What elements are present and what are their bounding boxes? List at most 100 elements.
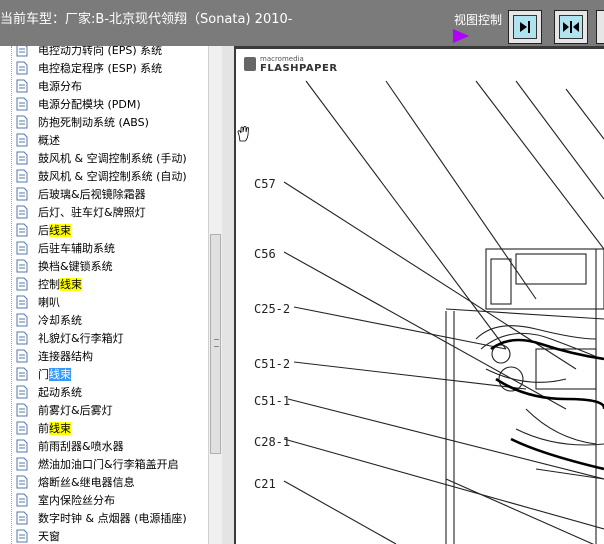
document-icon (16, 169, 28, 183)
pane-splitter[interactable] (222, 46, 234, 544)
tree-connector-line (11, 46, 12, 544)
document-icon (16, 133, 28, 147)
sidebar-item[interactable]: 门线束 (0, 365, 206, 383)
sidebar-item[interactable]: 熔断丝&继电器信息 (0, 473, 206, 491)
document-icon (16, 493, 28, 507)
sidebar-item-label: 前雾灯&后雾灯 (38, 404, 113, 417)
document-icon (16, 439, 28, 453)
sidebar-item-label: 后灯、驻车灯&牌照灯 (38, 206, 146, 219)
hand-cursor-icon (237, 126, 249, 142)
sidebar-item[interactable]: 鼓风机 & 空调控制系统 (手动) (0, 149, 206, 167)
sidebar-item[interactable]: 室内保险丝分布 (0, 491, 206, 509)
view-split-button[interactable] (554, 10, 588, 44)
sidebar-item[interactable]: 控制线束 (0, 275, 206, 293)
connector-label: C56 (254, 247, 276, 261)
sidebar-item-label: 连接器结构 (38, 350, 93, 363)
connector-label: C51-1 (254, 394, 291, 408)
sidebar-item[interactable]: 前雨刮器&喷水器 (0, 437, 206, 455)
sidebar-item[interactable]: 礼貌灯&行李箱灯 (0, 329, 206, 347)
sidebar-item-label: 前线束 (38, 422, 71, 435)
sidebar-item-label: 喇叭 (38, 296, 60, 309)
document-icon (16, 385, 28, 399)
sidebar-tree: 电控动力转向 (EPS) 系统 电控稳定程序 (ESP) 系统 电源分布电源分配模块… (0, 46, 210, 544)
document-icon (16, 46, 28, 57)
sidebar-item-label: 后驻车辅助系统 (38, 242, 115, 255)
document-icon (16, 331, 28, 345)
sidebar-item[interactable]: 后线束 (0, 221, 206, 239)
connector-label: C21 (254, 477, 276, 491)
document-icon (16, 529, 28, 543)
document-icon (16, 313, 28, 327)
sidebar-item[interactable]: 换档&键锁系统 (0, 257, 206, 275)
sidebar-item[interactable]: 电控稳定程序 (ESP) 系统 (0, 59, 206, 77)
sidebar-item-label: 后玻璃&后视镜除霜器 (38, 188, 146, 201)
connector-label: C51-2 (254, 357, 291, 371)
sidebar-item[interactable]: 电源分配模块 (PDM) (0, 95, 206, 113)
sidebar-item[interactable]: 前线束 (0, 419, 206, 437)
wiring-drawing (283, 80, 604, 544)
sidebar-item-label: 电源分配模块 (PDM) (38, 98, 141, 111)
sidebar-item-label: 电控稳定程序 (ESP) 系统 (38, 62, 163, 75)
sidebar-item[interactable]: 天窗 (0, 527, 206, 544)
sidebar-item-label: 前雨刮器&喷水器 (38, 440, 124, 453)
document-icon (16, 61, 28, 75)
sidebar-item-label: 冷却系统 (38, 314, 82, 327)
sidebar-item-label: 室内保险丝分布 (38, 494, 115, 507)
sidebar-item[interactable]: 喇叭 (0, 293, 206, 311)
sidebar-item-label: 天窗 (38, 530, 60, 543)
sidebar-item-label: 电源分布 (38, 80, 82, 93)
document-icon (16, 367, 28, 381)
sidebar-item[interactable]: 起动系统 (0, 383, 206, 401)
document-icon (16, 79, 28, 93)
sidebar-item-label: 控制线束 (38, 278, 82, 291)
scrollbar-thumb[interactable] (210, 234, 221, 454)
sidebar-item[interactable]: 前雾灯&后雾灯 (0, 401, 206, 419)
sidebar-item[interactable]: 电源分布 (0, 77, 206, 95)
document-icon (16, 223, 28, 237)
sidebar-item-label: 换档&键锁系统 (38, 260, 113, 273)
document-icon (16, 277, 28, 291)
view-control-label: 视图控制 (454, 13, 503, 27)
document-icon (16, 511, 28, 525)
sidebar-item[interactable]: 冷却系统 (0, 311, 206, 329)
document-icon (16, 97, 28, 111)
document-icon (16, 421, 28, 435)
document-icon (16, 349, 28, 363)
sidebar-item[interactable]: 鼓风机 & 空调控制系统 (自动) (0, 167, 206, 185)
connector-label: C57 (254, 177, 276, 191)
connector-label: C25-2 (254, 302, 291, 316)
sidebar-item[interactable]: 防抱死制动系统 (ABS) (0, 113, 206, 131)
document-icon (16, 151, 28, 165)
document-icon (16, 187, 28, 201)
sidebar-item-label: 防抱死制动系统 (ABS) (38, 116, 149, 129)
split-arrows-icon (563, 21, 579, 33)
sidebar-item-label: 燃油加油口门&行李箱盖开启 (38, 458, 179, 471)
current-model-title: 当前车型：厂家:B-北京现代领翔（Sonata) 2010- (0, 12, 293, 27)
document-icon (16, 259, 28, 273)
sidebar-item[interactable]: 数字时钟 & 点烟器 (电源插座) (0, 509, 206, 527)
sidebar-item[interactable]: 概述 (0, 131, 206, 149)
sidebar-item[interactable]: 电控动力转向 (EPS) 系统 (0, 46, 206, 59)
sidebar-item-label: 概述 (38, 134, 60, 147)
sidebar-item-label: 起动系统 (38, 386, 82, 399)
sidebar-item[interactable]: 连接器结构 (0, 347, 206, 365)
sidebar-item-label: 鼓风机 & 空调控制系统 (手动) (38, 152, 187, 165)
document-icon (16, 457, 28, 471)
flashpaper-viewer[interactable]: macromedia FLASHPAPER C57 C56 C25-2 C51-… (234, 46, 604, 544)
sidebar-item[interactable]: 燃油加油口门&行李箱盖开启 (0, 455, 206, 473)
sidebar-item-label: 礼貌灯&行李箱灯 (38, 332, 124, 345)
sidebar-item[interactable]: 后灯、驻车灯&牌照灯 (0, 203, 206, 221)
play-arrow-icon (453, 29, 469, 43)
sidebar-scrollbar[interactable] (208, 46, 223, 544)
view-extra-button[interactable] (596, 10, 604, 44)
sidebar-item[interactable]: 后驻车辅助系统 (0, 239, 206, 257)
diagram-page[interactable]: macromedia FLASHPAPER C57 C56 C25-2 C51-… (236, 49, 604, 544)
sidebar-item-label: 鼓风机 & 空调控制系统 (自动) (38, 170, 187, 183)
sidebar-item[interactable]: 后玻璃&后视镜除霜器 (0, 185, 206, 203)
sidebar-item-label: 熔断丝&继电器信息 (38, 476, 135, 489)
view-single-button[interactable] (508, 10, 542, 44)
document-icon (16, 403, 28, 417)
arrow-to-bar-icon (520, 21, 530, 33)
sidebar-item-label: 后线束 (38, 224, 71, 237)
document-icon (16, 475, 28, 489)
